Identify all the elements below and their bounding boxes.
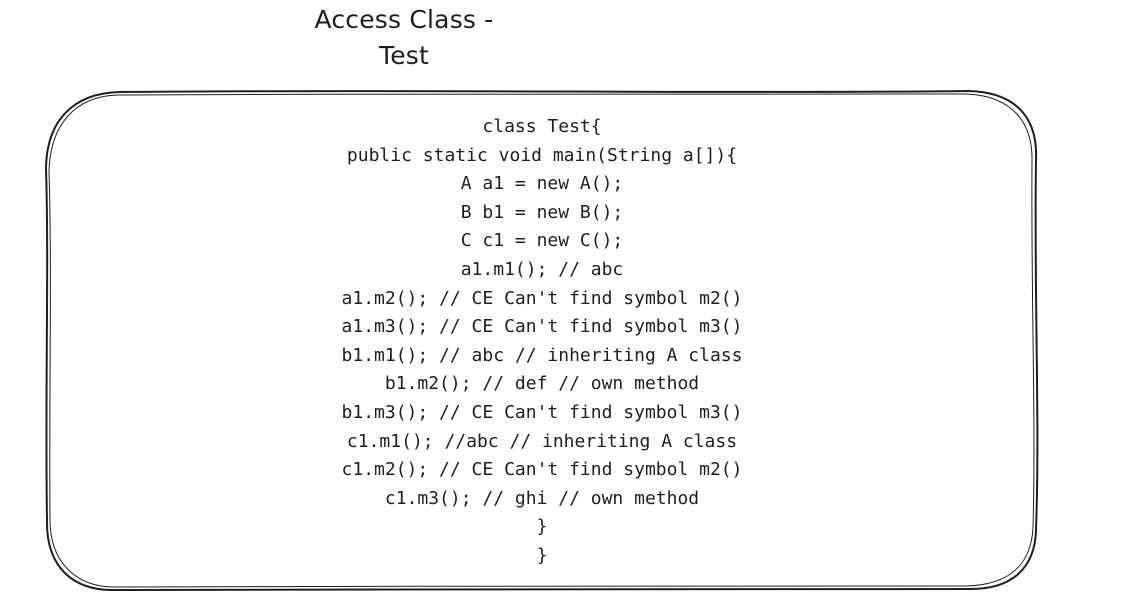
code-line: c1.m2(); // CE Can't find symbol m2() — [341, 459, 743, 481]
code-line: c1.m3(); // ghi // own method — [384, 487, 700, 509]
code-block: class Test{ public static void main(Strin… — [240, 113, 844, 571]
code-line: C c1 = new C(); — [460, 230, 624, 252]
code-line: c1.m1(); //abc // inheriting A class — [346, 430, 738, 452]
code-line: a1.m2(); // CE Can't find symbol m2() — [341, 287, 743, 309]
code-line: a1.m3(); // CE Can't find symbol m3() — [341, 316, 743, 338]
code-line: b1.m1(); // abc // inheriting A class — [341, 344, 743, 366]
code-line: b1.m2(); // def // own method — [384, 373, 700, 395]
code-line: class Test{ — [482, 116, 602, 137]
code-line: a1.m1(); // abc — [460, 258, 624, 280]
code-line: B b1 = new B(); — [460, 201, 624, 223]
code-line: } — [536, 516, 548, 538]
code-line: } — [536, 544, 548, 566]
code-line: A a1 = new A(); — [460, 173, 624, 195]
code-line: b1.m3(); // CE Can't find symbol m3() — [341, 401, 743, 423]
code-line: public static void main(String a[]){ — [346, 144, 738, 166]
